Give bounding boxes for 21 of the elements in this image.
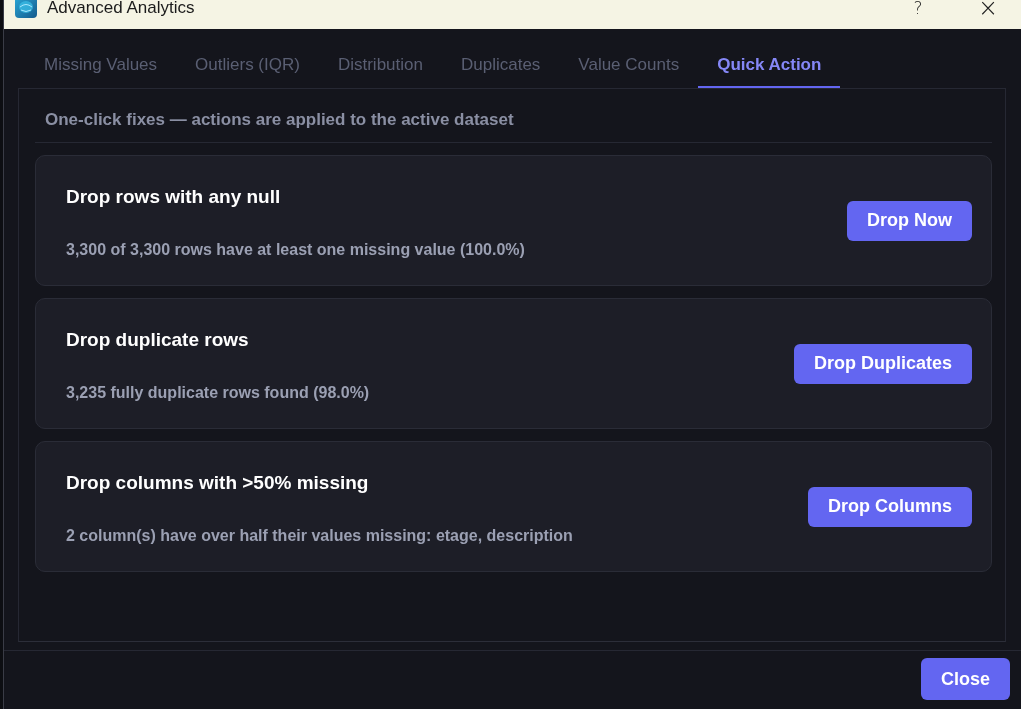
tab[interactable]: Missing Values [25, 29, 177, 88]
action-description: 2 column(s) have over half their values missing: etage, description [66, 526, 574, 546]
window-title: Advanced Analytics [47, 0, 195, 16]
action-description: 3,300 of 3,300 rows have at least one missing value (100.0%) [66, 240, 526, 260]
close-button[interactable]: Close [920, 658, 1010, 700]
action-button[interactable]: Drop Duplicates [793, 343, 972, 384]
tab[interactable]: Distribution [318, 29, 442, 88]
close-window-button[interactable]: × [965, 0, 1011, 17]
tab[interactable]: Outliers (IQR) [176, 29, 319, 88]
action-description: 3,235 fully duplicate rows found (98.0%) [66, 383, 371, 403]
panel-subtitle: One-click fixes — actions are applied to the active dataset [35, 89, 992, 143]
tab[interactable]: Quick Action [698, 29, 841, 88]
action-title: Drop duplicate rows [66, 328, 250, 352]
action-button[interactable]: Drop Now [847, 200, 972, 241]
tab[interactable]: Value Counts [559, 29, 699, 88]
app-icon [15, 0, 37, 18]
tab[interactable]: Duplicates [441, 29, 560, 88]
help-button[interactable]: ? [895, 0, 941, 17]
action-title: Drop columns with >50% missing [66, 471, 370, 495]
action-button[interactable]: Drop Columns [808, 486, 972, 527]
action-title: Drop rows with any null [66, 185, 282, 209]
